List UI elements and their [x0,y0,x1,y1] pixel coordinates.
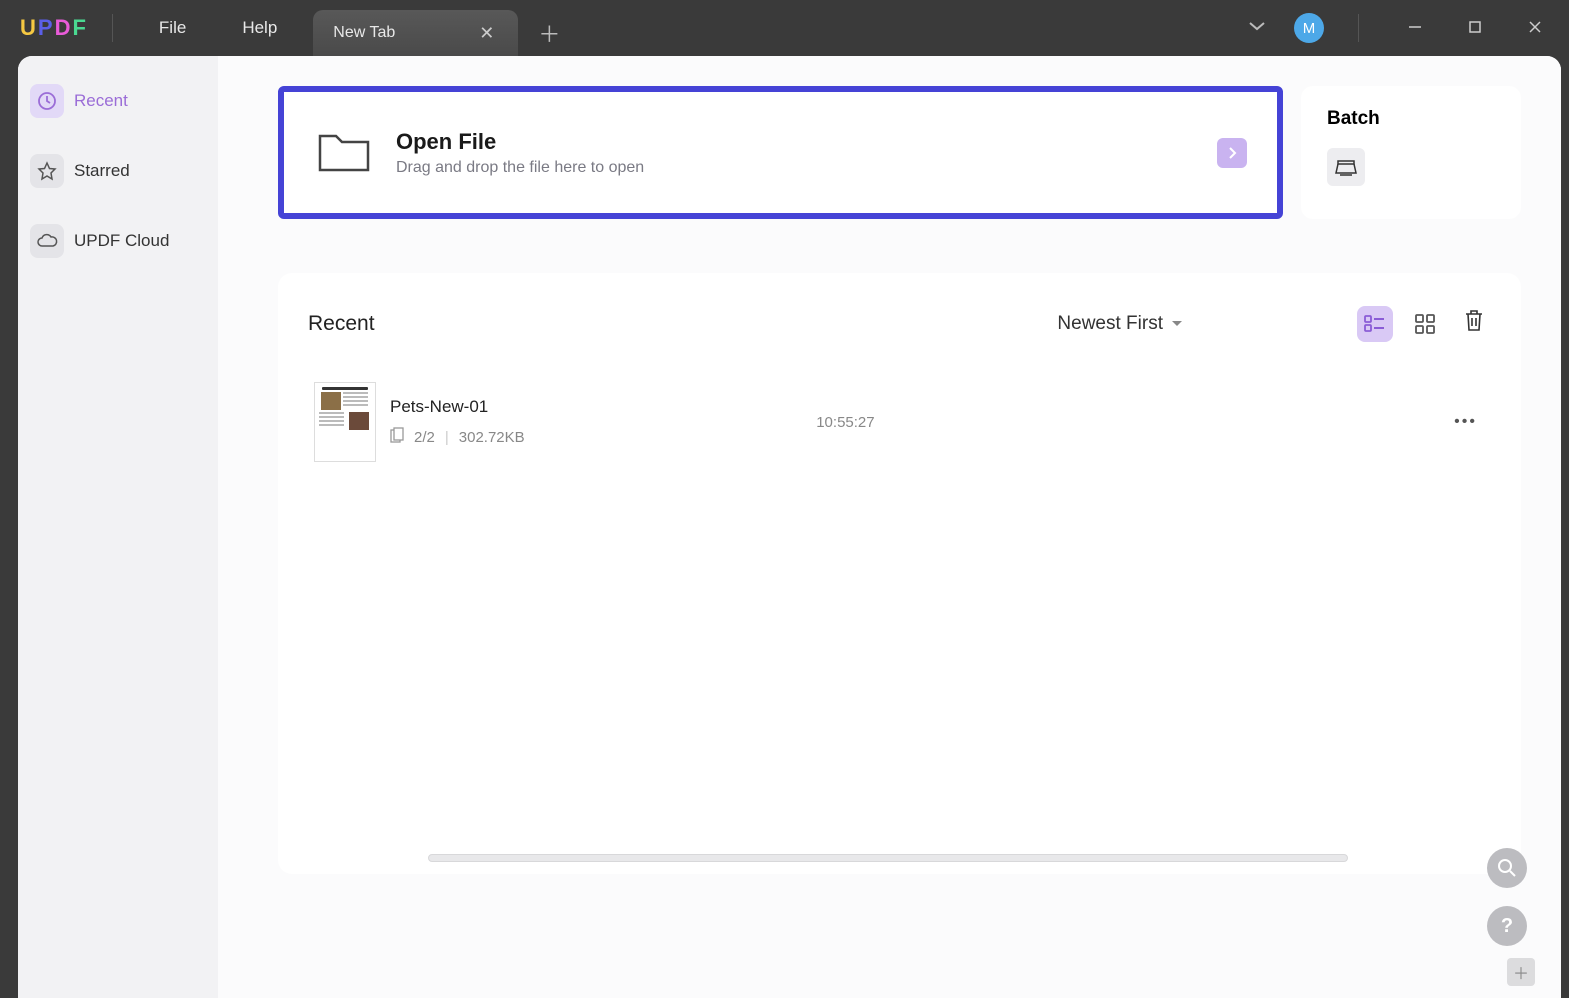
sidebar-item-label: Recent [74,91,128,111]
batch-card[interactable]: Batch [1301,86,1521,219]
pages-icon [390,427,404,447]
sort-dropdown[interactable]: Newest First [1057,313,1183,335]
file-size: 302.72KB [459,429,525,446]
open-file-subtitle: Drag and drop the file here to open [396,159,1195,177]
tab-label: New Tab [333,24,395,42]
file-name: Pets-New-01 [390,397,525,417]
sidebar-item-label: Starred [74,161,130,181]
sidebar-item-starred[interactable]: Starred [30,154,206,188]
file-row[interactable]: Pets-New-01 2/2 | 302.72KB 10:55:27 ••• [308,370,1491,474]
star-icon [30,154,64,188]
minimize-button[interactable] [1393,11,1437,46]
cloud-icon [30,224,64,258]
tab-new[interactable]: New Tab ✕ [313,10,518,56]
clock-icon [30,84,64,118]
file-pages: 2/2 [414,429,435,446]
folder-icon [314,120,374,185]
menu-help[interactable]: Help [214,18,305,38]
horizontal-scrollbar[interactable] [308,854,1491,864]
search-button[interactable] [1487,848,1527,888]
close-button[interactable] [1513,11,1557,46]
help-button[interactable]: ? [1487,906,1527,946]
divider [112,14,113,42]
divider [1358,14,1359,42]
maximize-button[interactable] [1453,11,1497,46]
chevron-down-icon [1171,320,1183,328]
add-button[interactable]: ＋ [1507,958,1535,986]
more-icon[interactable]: ••• [1446,405,1485,439]
new-tab-button[interactable]: ＋ [518,17,580,49]
close-icon[interactable]: ✕ [475,19,498,48]
app-logo: UPDF [12,15,94,41]
chevron-right-icon[interactable] [1217,138,1247,168]
sidebar: Recent Starred UPDF Cloud [18,56,218,998]
file-time: 10:55:27 [816,414,874,431]
recent-panel: Recent Newest First [278,273,1521,874]
sidebar-item-recent[interactable]: Recent [30,84,206,118]
trash-button[interactable] [1457,303,1491,344]
logo-letter: D [55,15,71,41]
file-thumbnail [314,382,376,462]
scrollbar-thumb[interactable] [428,854,1348,862]
grid-view-button[interactable] [1407,306,1443,342]
divider: | [445,429,449,446]
list-view-button[interactable] [1357,306,1393,342]
titlebar: UPDF File Help New Tab ✕ ＋ M [0,0,1569,56]
avatar[interactable]: M [1294,13,1324,43]
menu-file[interactable]: File [131,18,214,38]
logo-letter: P [38,15,53,41]
sidebar-item-cloud[interactable]: UPDF Cloud [30,224,206,258]
logo-letter: U [20,15,36,41]
batch-title: Batch [1327,108,1495,130]
sort-label: Newest First [1057,313,1163,335]
sidebar-item-label: UPDF Cloud [74,231,169,251]
chevron-down-icon[interactable] [1236,13,1278,43]
main-area: Open File Drag and drop the file here to… [218,56,1561,998]
logo-letter: F [72,15,85,41]
recent-title: Recent [308,312,375,336]
app-body: Recent Starred UPDF Cloud Open File Drag [18,56,1561,998]
open-file-title: Open File [396,129,1195,155]
scanner-icon [1327,148,1365,186]
open-file-card[interactable]: Open File Drag and drop the file here to… [278,86,1283,219]
